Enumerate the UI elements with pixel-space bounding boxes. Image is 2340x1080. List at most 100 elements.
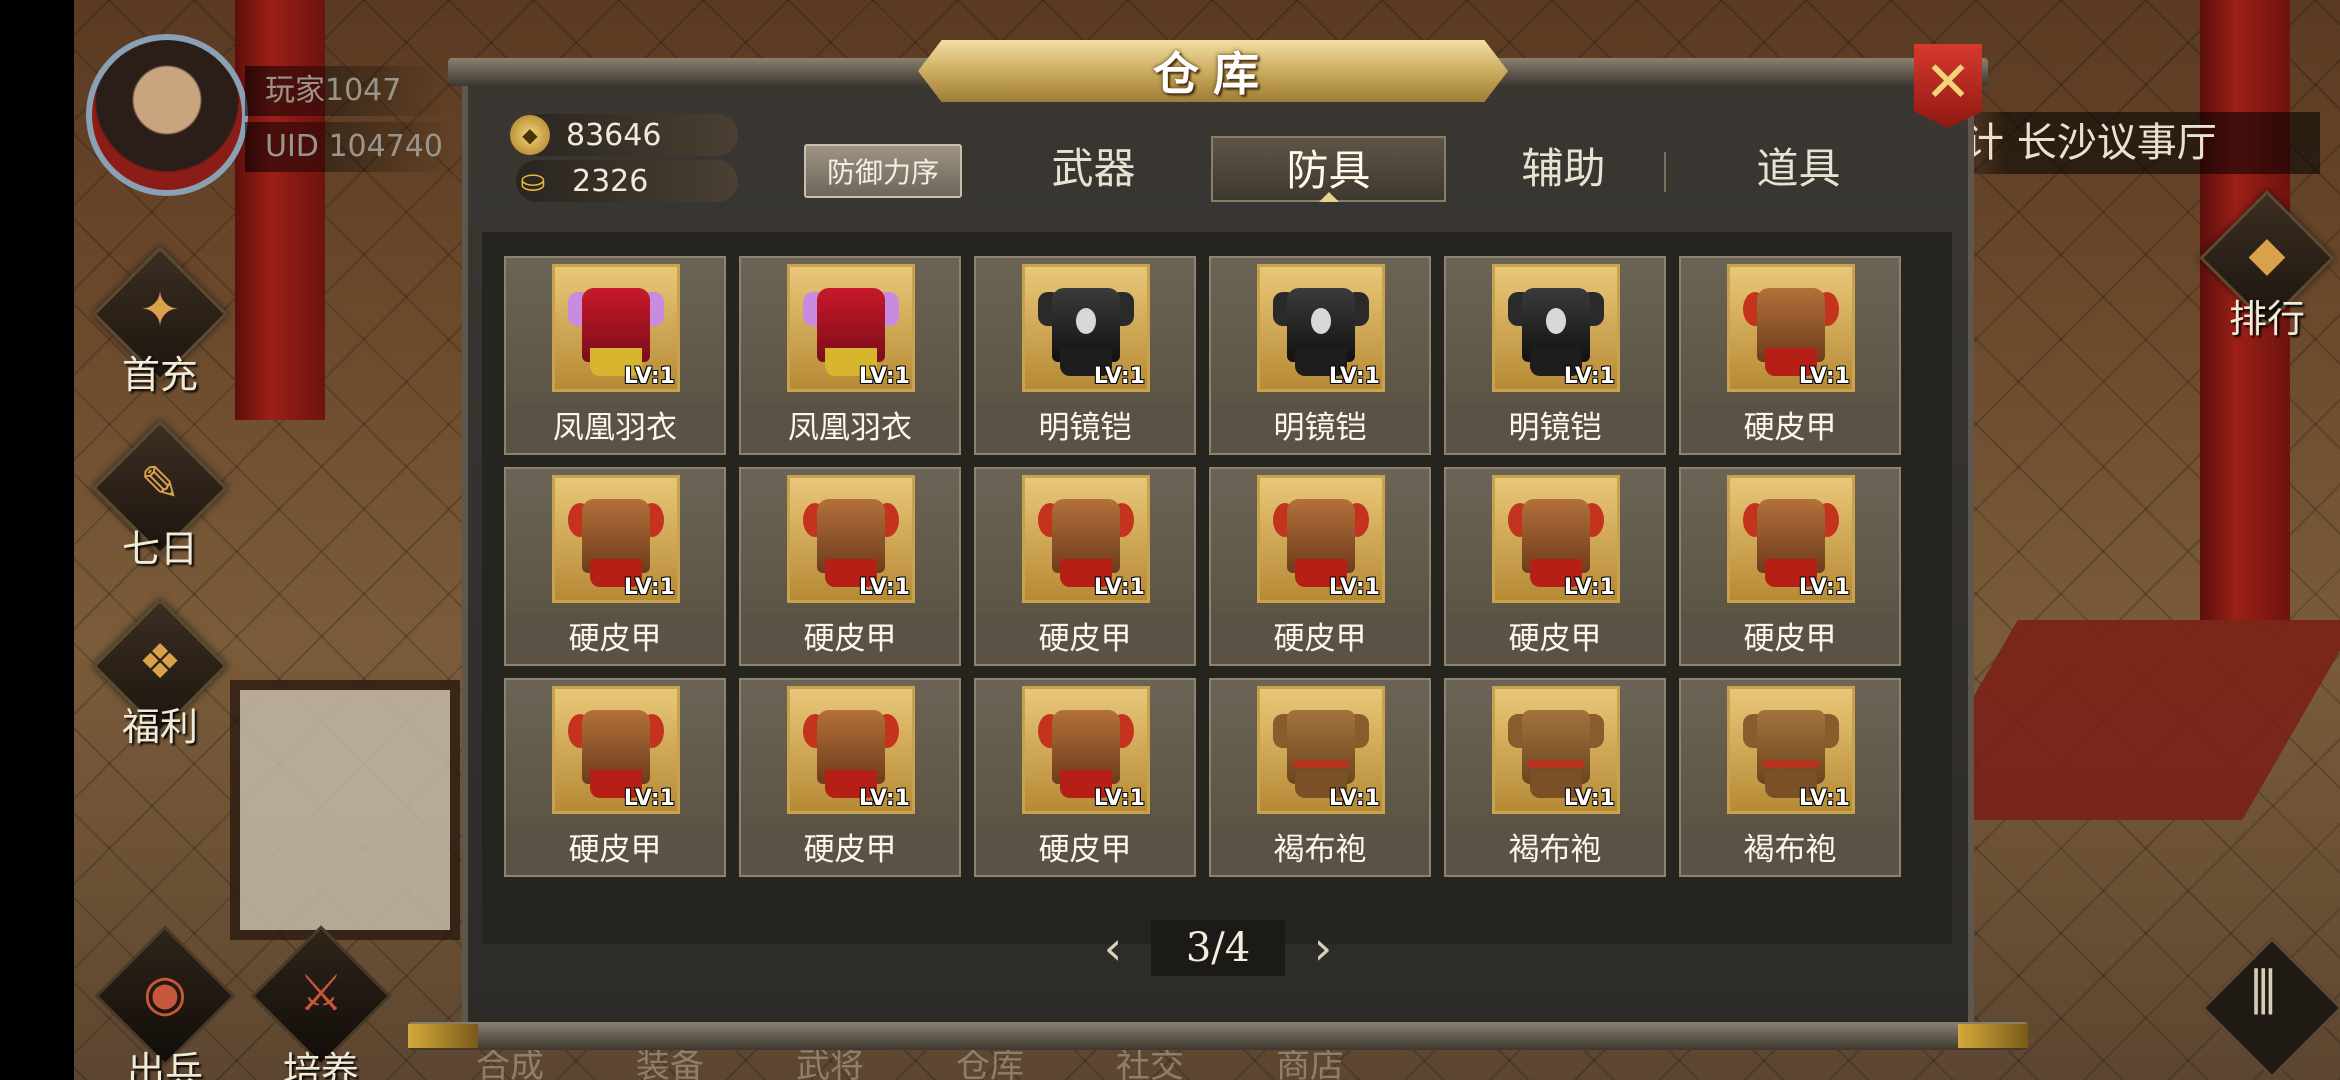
armor-icon <box>803 489 899 589</box>
first-recharge-label: 首充 <box>121 353 198 397</box>
item-icon-frame: LV:1 <box>1022 264 1150 392</box>
train-label: 培养 <box>282 1049 359 1080</box>
item-level: LV:1 <box>1798 786 1850 811</box>
pagination: ‹ 3/4 › <box>1088 920 1348 976</box>
location-banner: 计 长沙议事厅 <box>1950 112 2320 174</box>
ranking-button[interactable]: ◆ 排行 <box>2192 190 2340 343</box>
sort-by-defense-button[interactable]: 防御力序 <box>804 144 962 198</box>
player-name: 玩家1047 <box>245 66 445 116</box>
armor-icon <box>1743 278 1839 378</box>
armor-icon <box>568 700 664 800</box>
welfare-button[interactable]: ❖ 福利 <box>85 598 235 751</box>
close-button[interactable]: ✕ <box>1914 44 1982 128</box>
dialog-title: 仓库 <box>1153 47 1273 101</box>
next-page-button[interactable]: › <box>1298 921 1348 975</box>
gold-balance: ◆ 83646 <box>510 114 738 156</box>
item-name: 褐布袍 <box>1681 825 1899 875</box>
seven-day-button[interactable]: ✎ 七日 <box>85 420 235 573</box>
item-icon-frame: LV:1 <box>1492 264 1620 392</box>
item-name: 褐布袍 <box>1446 825 1664 875</box>
tab-auxiliary[interactable]: 辅助 <box>1446 136 1681 202</box>
inventory-slot[interactable]: LV:1 褐布袍 <box>1679 678 1901 877</box>
item-name: 凤凰羽衣 <box>741 403 959 453</box>
tab-divider <box>1664 152 1666 192</box>
item-icon-frame: LV:1 <box>552 686 680 814</box>
item-name: 硬皮甲 <box>741 614 959 664</box>
inventory-slot[interactable]: LV:1 硬皮甲 <box>1444 467 1666 666</box>
item-level: LV:1 <box>1328 575 1380 600</box>
item-level: LV:1 <box>1563 786 1615 811</box>
ingot-amount: 2326 <box>572 163 649 199</box>
inventory-slot[interactable]: LV:1 硬皮甲 <box>739 467 961 666</box>
prev-page-button[interactable]: ‹ <box>1088 921 1138 975</box>
armor-icon <box>1508 278 1604 378</box>
item-name: 硬皮甲 <box>976 825 1194 875</box>
inventory-slot[interactable]: LV:1 明镜铠 <box>1209 256 1431 455</box>
ingot-balance: ⛀ 2326 <box>516 160 738 202</box>
ranking-label: 排行 <box>2228 297 2305 341</box>
tab-weapons[interactable]: 武器 <box>976 136 1211 202</box>
warehouse-dialog: 仓库 ✕ ◆ 83646 ⛀ 2326 防御力序 武器 防具 辅助 道具 LV:… <box>408 40 2028 1050</box>
close-icon: ✕ <box>1924 49 1972 115</box>
tab-armor[interactable]: 防具 <box>1211 136 1446 202</box>
armor-icon <box>1038 700 1134 800</box>
item-name: 硬皮甲 <box>1681 403 1899 453</box>
item-name: 硬皮甲 <box>506 614 724 664</box>
inventory-slot[interactable]: LV:1 硬皮甲 <box>504 467 726 666</box>
item-level: LV:1 <box>1093 786 1145 811</box>
item-level: LV:1 <box>1328 364 1380 389</box>
inventory-slot[interactable]: LV:1 明镜铠 <box>974 256 1196 455</box>
item-icon-frame: LV:1 <box>552 475 680 603</box>
item-level: LV:1 <box>858 786 910 811</box>
inventory-slot[interactable]: LV:1 硬皮甲 <box>1209 467 1431 666</box>
item-icon-frame: LV:1 <box>1257 475 1385 603</box>
inventory-slot[interactable]: LV:1 硬皮甲 <box>974 678 1196 877</box>
armor-icon <box>1273 489 1369 589</box>
item-level: LV:1 <box>858 575 910 600</box>
inventory-slot[interactable]: LV:1 硬皮甲 <box>1679 467 1901 666</box>
item-icon-frame: LV:1 <box>1492 475 1620 603</box>
inventory-slot[interactable]: LV:1 褐布袍 <box>1444 678 1666 877</box>
inventory-slot[interactable]: LV:1 凤凰羽衣 <box>504 256 726 455</box>
item-name: 硬皮甲 <box>1211 614 1429 664</box>
inventory-slot[interactable]: LV:1 褐布袍 <box>1209 678 1431 877</box>
inventory-slot[interactable]: LV:1 凤凰羽衣 <box>739 256 961 455</box>
item-icon-frame: LV:1 <box>787 264 915 392</box>
item-icon-frame: LV:1 <box>1727 475 1855 603</box>
item-level: LV:1 <box>1093 364 1145 389</box>
coin-icon: ◆ <box>510 115 550 155</box>
inventory-slot[interactable]: LV:1 硬皮甲 <box>504 678 726 877</box>
item-icon-frame: LV:1 <box>1727 686 1855 814</box>
item-name: 硬皮甲 <box>1446 614 1664 664</box>
item-icon-frame: LV:1 <box>1492 686 1620 814</box>
dialog-frame-bottom <box>408 1022 2028 1050</box>
item-name: 明镜铠 <box>976 403 1194 453</box>
armor-icon <box>1038 489 1134 589</box>
inventory-slot[interactable]: LV:1 明镜铠 <box>1444 256 1666 455</box>
inventory-slot[interactable]: LV:1 硬皮甲 <box>1679 256 1901 455</box>
tab-items[interactable]: 道具 <box>1681 136 1916 202</box>
folding-screen <box>230 680 460 940</box>
inventory-slot[interactable]: LV:1 硬皮甲 <box>739 678 961 877</box>
first-recharge-button[interactable]: ✦ 首充 <box>85 246 235 399</box>
armor-icon <box>1273 278 1369 378</box>
armor-icon <box>803 278 899 378</box>
player-avatar[interactable] <box>86 34 248 196</box>
welfare-label: 福利 <box>121 705 198 749</box>
item-name: 明镜铠 <box>1446 403 1664 453</box>
item-name: 硬皮甲 <box>976 614 1194 664</box>
item-name: 硬皮甲 <box>506 825 724 875</box>
category-tabs: 武器 防具 辅助 道具 <box>976 136 1916 202</box>
train-button[interactable]: ⚔ 培养 <box>246 925 396 1080</box>
item-level: LV:1 <box>1563 575 1615 600</box>
armor-icon <box>1508 489 1604 589</box>
inventory-slot[interactable]: LV:1 硬皮甲 <box>974 467 1196 666</box>
item-name: 硬皮甲 <box>1681 614 1899 664</box>
armor-icon <box>803 700 899 800</box>
ingot-icon: ⛀ <box>520 163 546 199</box>
deploy-button[interactable]: ◉ 出兵 <box>90 925 240 1080</box>
item-level: LV:1 <box>1798 575 1850 600</box>
item-level: LV:1 <box>1563 364 1615 389</box>
item-icon-frame: LV:1 <box>787 475 915 603</box>
item-icon-frame: LV:1 <box>1257 264 1385 392</box>
